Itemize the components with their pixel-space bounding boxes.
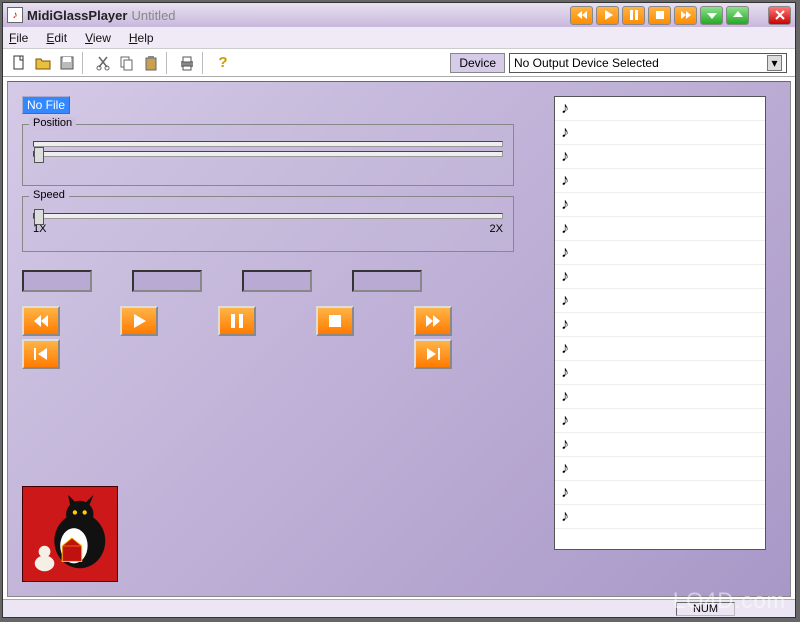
skip-back-button[interactable]	[22, 339, 60, 369]
playlist-row[interactable]: ♪	[555, 169, 765, 193]
titlebar-pause-button[interactable]	[622, 6, 645, 25]
play-button[interactable]	[120, 306, 158, 336]
menubar: File Edit View Help	[3, 27, 795, 49]
playlist-row[interactable]: ♪	[555, 481, 765, 505]
toolbar-separator	[82, 52, 88, 74]
playlist-row[interactable]: ♪	[555, 313, 765, 337]
playlist-row[interactable]: ♪	[555, 289, 765, 313]
info-boxes	[22, 270, 514, 292]
titlebar-stop-button[interactable]	[648, 6, 671, 25]
playlist-row[interactable]: ♪	[555, 505, 765, 529]
titlebar-rewind-button[interactable]	[570, 6, 593, 25]
playlist-panel[interactable]: ♪♪♪♪♪♪♪♪♪♪♪♪♪♪♪♪♪♪	[554, 96, 766, 550]
toolbar-open-button[interactable]	[31, 52, 55, 74]
titlebar-up-button[interactable]	[726, 6, 749, 25]
menu-file[interactable]: File	[9, 31, 28, 45]
speed-slider-thumb[interactable]	[34, 209, 44, 225]
info-box-2	[132, 270, 202, 292]
content-area: No File Position Speed 1X 2X	[7, 81, 791, 597]
device-selected-text: No Output Device Selected	[514, 56, 659, 70]
stop-button[interactable]	[316, 306, 354, 336]
toolbar-print-button[interactable]	[175, 52, 199, 74]
position-progress	[33, 141, 503, 147]
speed-labels: 1X 2X	[31, 223, 505, 235]
playlist-row[interactable]: ♪	[555, 433, 765, 457]
app-title: MidiGlassPlayer	[27, 8, 127, 23]
menu-view[interactable]: View	[85, 31, 111, 45]
control-buttons	[22, 306, 514, 369]
menu-help[interactable]: Help	[129, 31, 154, 45]
toolbar-help-button[interactable]: ?	[211, 52, 235, 74]
toolbar-cut-button[interactable]	[91, 52, 115, 74]
toolbar-copy-button[interactable]	[115, 52, 139, 74]
file-label: No File	[22, 96, 70, 114]
titlebar-forward-button[interactable]	[674, 6, 697, 25]
titlebar-play-button[interactable]	[596, 6, 619, 25]
info-box-4	[352, 270, 422, 292]
app-window: ♪ MidiGlassPlayer Untitled File Edit Vie…	[2, 2, 796, 618]
position-slider[interactable]	[33, 151, 503, 157]
playlist-row[interactable]: ♪	[555, 409, 765, 433]
playlist-row[interactable]: ♪	[555, 457, 765, 481]
left-pane: No File Position Speed 1X 2X	[22, 96, 514, 369]
statusbar: NUM	[3, 599, 795, 617]
pause-button[interactable]	[218, 306, 256, 336]
speed-slider[interactable]	[33, 213, 503, 219]
toolbar: ? Device No Output Device Selected ▾	[3, 49, 795, 77]
position-slider-thumb[interactable]	[34, 147, 44, 163]
toolbar-separator-2	[166, 52, 172, 74]
speed-max-label: 2X	[490, 223, 503, 235]
playlist-row[interactable]: ♪	[555, 121, 765, 145]
playlist-row[interactable]: ♪	[555, 193, 765, 217]
titlebar-text: MidiGlassPlayer Untitled	[27, 8, 567, 23]
status-num: NUM	[676, 602, 735, 616]
device-dropdown[interactable]: No Output Device Selected ▾	[509, 53, 787, 73]
speed-legend: Speed	[29, 189, 69, 201]
playlist-row[interactable]: ♪	[555, 385, 765, 409]
toolbar-separator-3	[202, 52, 208, 74]
playlist-row[interactable]: ♪	[555, 97, 765, 121]
playlist-row[interactable]: ♪	[555, 217, 765, 241]
document-title: Untitled	[131, 8, 175, 23]
device-box: Device No Output Device Selected ▾	[450, 53, 791, 73]
playlist-row[interactable]: ♪	[555, 145, 765, 169]
rewind-button[interactable]	[22, 306, 60, 336]
toolbar-paste-button[interactable]	[139, 52, 163, 74]
playlist-row[interactable]: ♪	[555, 265, 765, 289]
info-box-3	[242, 270, 312, 292]
toolbar-new-button[interactable]	[7, 52, 31, 74]
playlist-row[interactable]: ♪	[555, 337, 765, 361]
info-box-1	[22, 270, 92, 292]
dropdown-arrow-icon: ▾	[767, 55, 782, 71]
device-label: Device	[450, 53, 505, 73]
app-icon: ♪	[7, 7, 23, 23]
cat-image-icon	[23, 487, 117, 581]
playlist-row[interactable]: ♪	[555, 241, 765, 265]
position-legend: Position	[29, 117, 76, 129]
titlebar-down-button[interactable]	[700, 6, 723, 25]
position-group: Position	[22, 124, 514, 186]
menu-edit[interactable]: Edit	[46, 31, 67, 45]
playlist-row[interactable]: ♪	[555, 361, 765, 385]
titlebar: ♪ MidiGlassPlayer Untitled	[3, 3, 795, 27]
toolbar-save-button[interactable]	[55, 52, 79, 74]
album-art	[22, 486, 118, 582]
forward-button[interactable]	[414, 306, 452, 336]
skip-forward-button[interactable]	[414, 339, 452, 369]
speed-group: Speed 1X 2X	[22, 196, 514, 252]
titlebar-close-button[interactable]	[768, 6, 791, 25]
